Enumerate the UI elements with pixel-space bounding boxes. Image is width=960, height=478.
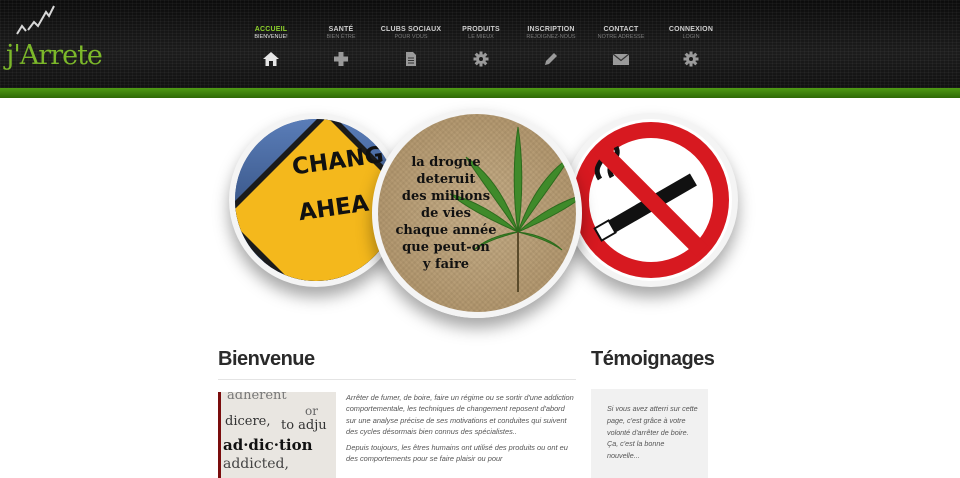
- nav-item-sante[interactable]: Santé Bien être: [306, 26, 376, 76]
- nav-title: Santé: [328, 26, 354, 33]
- intro-text: Arrêter de fumer, de boire, faire un rég…: [346, 392, 576, 478]
- home-icon: [262, 51, 280, 67]
- paragraph: Arrêter de fumer, de boire, faire un rég…: [346, 393, 574, 437]
- image-word: to adju: [281, 418, 327, 433]
- nav-item-produits[interactable]: Produits Le mieux: [446, 26, 516, 76]
- image-word: dicere,: [225, 414, 271, 429]
- testimonial-text: Si vous avez atterri sur cette page, c'e…: [607, 404, 698, 461]
- site-header: j'Arrete Accueil Bienvenue! Santé Bien être…: [0, 0, 960, 88]
- nav-title: Connexion: [668, 26, 714, 33]
- drug-line: deteruit: [416, 172, 476, 187]
- pencil-icon: [542, 51, 560, 67]
- no-smoking-image: [564, 113, 738, 287]
- image-word: adherent: [227, 392, 287, 403]
- testimonials-title: Témoignages: [591, 348, 715, 370]
- paragraph: Depuis toujours, les êtres humains ont u…: [346, 442, 568, 464]
- intro-block: adherent or dicere, to adju ad·dic·tion …: [218, 392, 576, 478]
- testimonial-box: Si vous avez atterri sur cette page, c'e…: [591, 389, 708, 478]
- nav-item-contact[interactable]: Contact Notre adresse: [586, 26, 656, 76]
- drug-line: y faire: [422, 257, 470, 272]
- nav-subtitle: Pour vous: [394, 34, 428, 40]
- nav-item-accueil[interactable]: Accueil Bienvenue!: [236, 26, 306, 76]
- no-smoking-icon: [573, 122, 729, 278]
- nav-item-connexion[interactable]: Connexion Login: [656, 26, 726, 76]
- plus-icon: [332, 51, 350, 67]
- logo-graph-icon: [16, 5, 55, 35]
- nav-title: Accueil: [254, 26, 288, 33]
- logo-text: j'Arrete: [6, 40, 103, 71]
- site-logo[interactable]: j'Arrete: [2, 4, 103, 82]
- header-accent-bar: [0, 88, 960, 98]
- hero-banner: CHANGE AHEA la drogue deteruit des milli…: [0, 98, 960, 348]
- drug-line: de vies: [421, 206, 471, 221]
- page-title: Bienvenue: [218, 348, 576, 380]
- gear-icon: [682, 51, 700, 67]
- image-word: addicted,: [223, 456, 289, 472]
- drug-message-text: la drogue deteruit des millions de vies …: [386, 154, 506, 273]
- drug-message-image: la drogue deteruit des millions de vies …: [372, 108, 582, 318]
- nav-item-clubs-sociaux[interactable]: Clubs sociaux Pour vous: [376, 26, 446, 76]
- addiction-dictionary-image: adherent or dicere, to adju ad·dic·tion …: [218, 392, 336, 478]
- main-nav: Accueil Bienvenue! Santé Bien être Clubs soc…: [236, 26, 726, 76]
- document-icon: [402, 51, 420, 67]
- nav-subtitle: Bien être: [326, 34, 356, 40]
- nav-title: Produits: [462, 26, 500, 33]
- drug-line: chaque année: [395, 223, 497, 238]
- testimonials-sidebar: Témoignages Si vous avez atterri sur cet…: [591, 348, 715, 478]
- image-word: ad·dic·tion: [223, 436, 313, 454]
- main-content: Bienvenue adherent or dicere, to adju ad…: [218, 348, 576, 478]
- drug-line: la drogue: [411, 155, 481, 170]
- gear-icon: [472, 51, 490, 67]
- nav-subtitle: Le mieux: [468, 34, 494, 40]
- nav-subtitle: Notre adresse: [597, 34, 645, 40]
- drug-line: des millions: [401, 189, 491, 204]
- image-word: or: [305, 404, 318, 418]
- nav-subtitle: Login: [682, 34, 700, 40]
- drug-line: que peut-on: [402, 240, 490, 255]
- nav-title: Clubs sociaux: [380, 26, 442, 33]
- nav-subtitle: Bienvenue!: [254, 34, 288, 40]
- nav-subtitle: Rejoignez-nous: [526, 34, 576, 40]
- nav-title: Inscription: [527, 26, 575, 33]
- envelope-icon: [612, 51, 630, 67]
- nav-title: Contact: [603, 26, 639, 33]
- nav-item-inscription[interactable]: Inscription Rejoignez-nous: [516, 26, 586, 76]
